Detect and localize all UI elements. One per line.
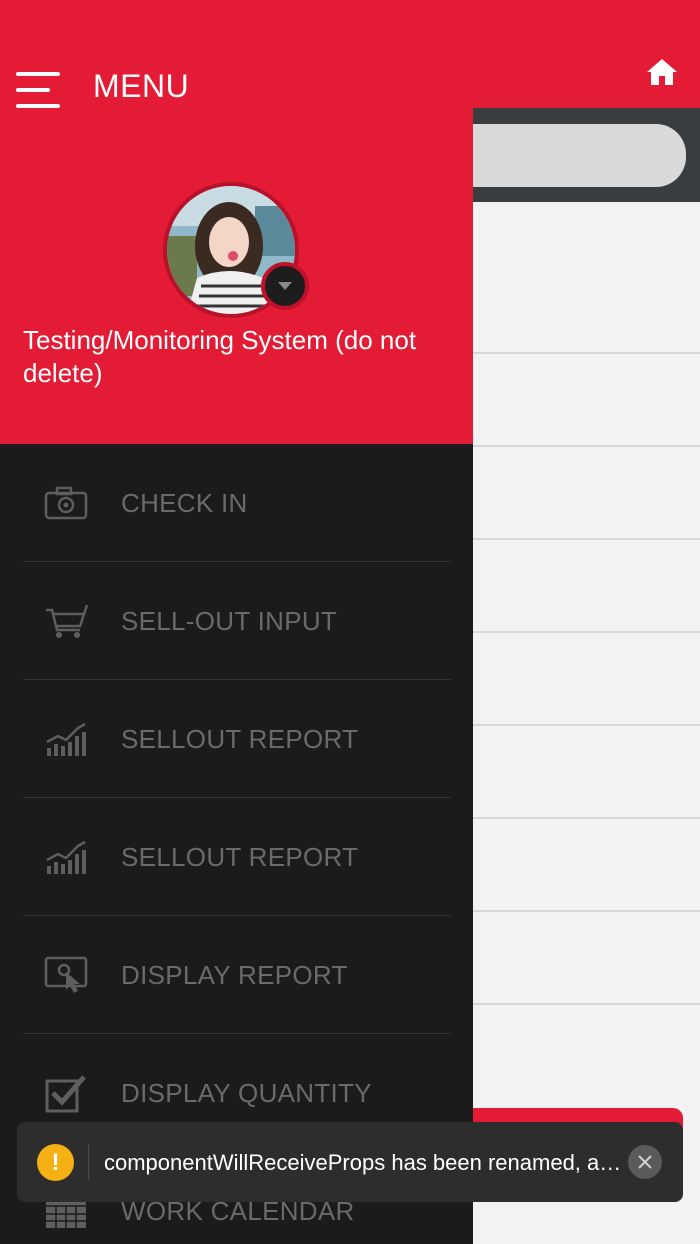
menu-title: MENU [93,68,190,104]
menu-item-label: CHECK IN [121,488,248,518]
menu-item-sellout-report[interactable]: SELLOUT REPORT [0,680,473,798]
avatar-container [163,182,309,318]
checkbox-icon [42,1072,90,1114]
display-touch-icon [42,954,90,996]
cart-icon [42,600,90,642]
home-button[interactable] [642,52,682,92]
list-divider [470,1003,700,1005]
chevron-down-icon [278,282,292,290]
menu-item-label: DISPLAY REPORT [121,960,348,990]
list-divider [470,817,700,819]
menu-item-check-in[interactable]: CHECK IN [0,444,473,562]
menu-item-label: SELL-OUT INPUT [121,606,338,636]
list-divider [470,724,700,726]
menu-item-label: SELLOUT REPORT [121,724,359,754]
home-icon [647,59,677,85]
hamburger-icon[interactable] [16,70,60,110]
toast-message: componentWillReceiveProps has been renam… [104,1150,624,1175]
avatar-dropdown-button[interactable] [261,262,309,310]
list-divider [470,631,700,633]
menu-item-sell-out-input[interactable]: SELL-OUT INPUT [0,562,473,680]
menu-item-sellout-report-2[interactable]: SELLOUT REPORT [0,798,473,916]
side-drawer: MENU Testing/Monitoring System (do not d… [0,0,473,1244]
list-divider [470,352,700,354]
menu-item-label: SELLOUT REPORT [121,842,359,872]
list-divider [470,445,700,447]
close-icon [638,1155,652,1169]
list-divider [470,538,700,540]
list-divider [470,910,700,912]
chart-icon [42,836,90,878]
close-button[interactable] [628,1145,662,1179]
warning-icon: ! [37,1144,74,1181]
divider [88,1144,89,1180]
warning-toast[interactable]: ! componentWillReceiveProps has been ren… [17,1122,683,1202]
camera-icon [42,482,90,524]
user-name: Testing/Monitoring System (do not delete… [23,325,417,388]
chart-icon [42,718,90,760]
drawer-header: MENU Testing/Monitoring System (do not d… [0,0,473,444]
menu-item-label: DISPLAY QUANTITY [121,1078,372,1108]
menu-item-display-report[interactable]: DISPLAY REPORT [0,916,473,1034]
